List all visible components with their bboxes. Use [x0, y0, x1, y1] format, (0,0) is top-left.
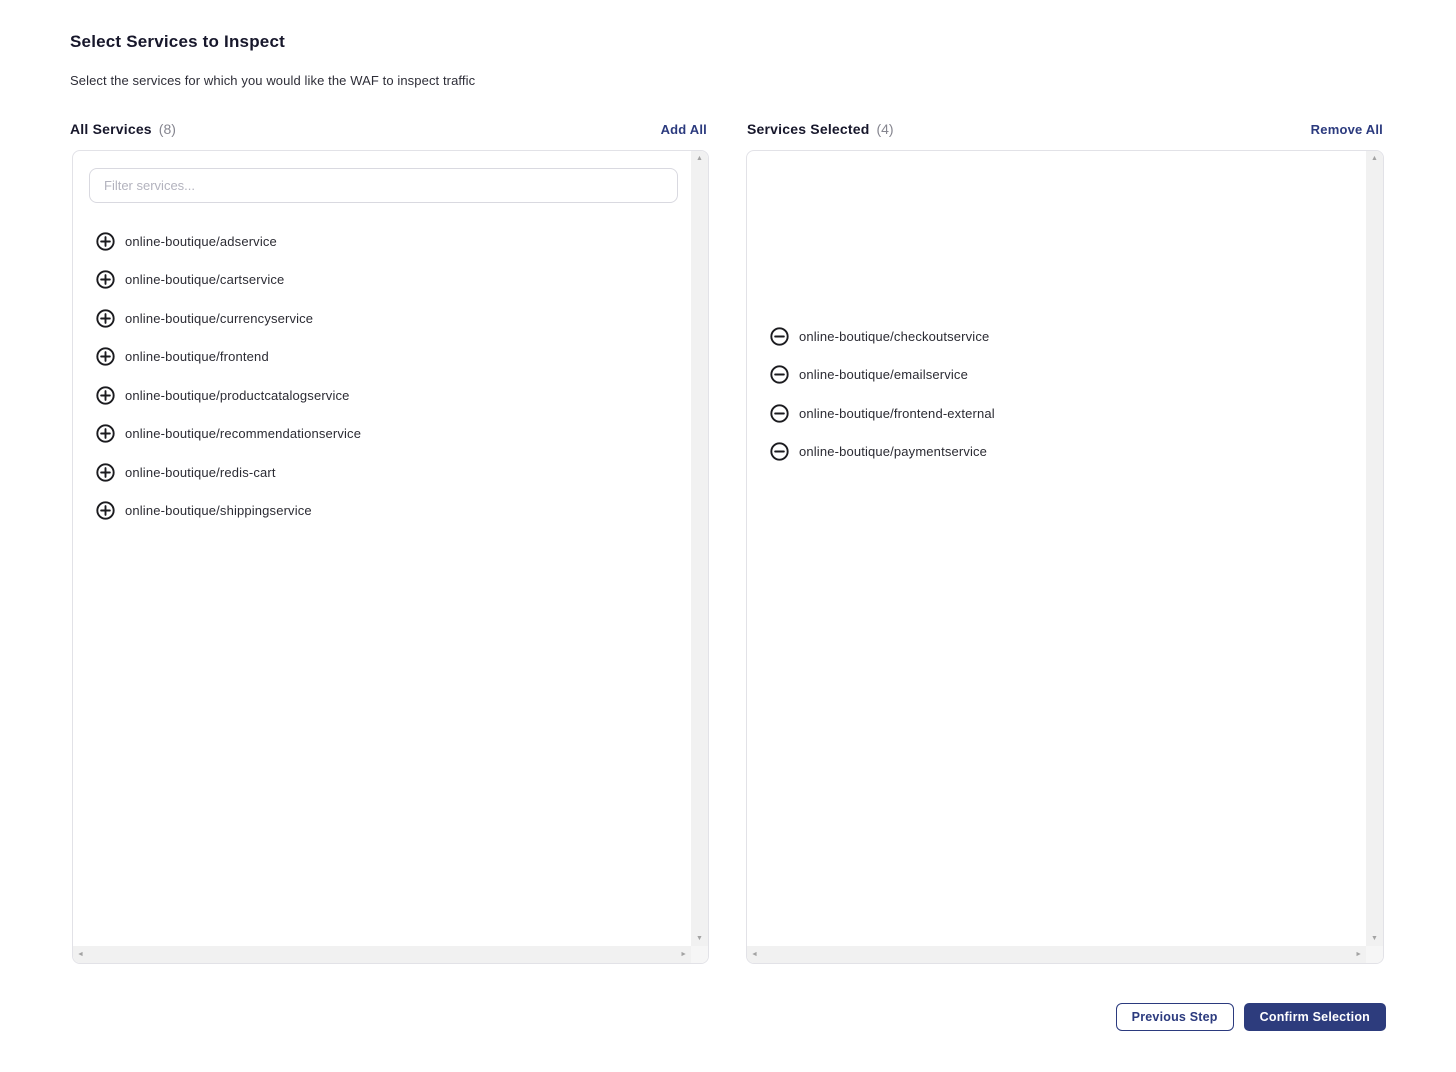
vertical-scrollbar[interactable]: ▲ ▼: [691, 151, 708, 946]
plus-circle-icon[interactable]: [96, 347, 115, 366]
service-name: online-boutique/currencyservice: [125, 311, 313, 326]
service-name: online-boutique/shippingservice: [125, 503, 312, 518]
minus-circle-icon[interactable]: [770, 404, 789, 423]
remove-all-link[interactable]: Remove All: [1311, 122, 1383, 137]
service-row[interactable]: online-boutique/paymentservice: [747, 433, 1363, 472]
plus-circle-icon[interactable]: [96, 386, 115, 405]
scroll-left-icon[interactable]: ◄: [751, 951, 758, 958]
scroll-right-icon[interactable]: ►: [680, 951, 687, 958]
page-subtitle: Select the services for which you would …: [70, 73, 475, 88]
service-row[interactable]: online-boutique/emailservice: [747, 356, 1363, 395]
all-services-count: (8): [159, 121, 176, 137]
selected-services-label: Services Selected: [747, 121, 869, 137]
service-name: online-boutique/redis-cart: [125, 465, 276, 480]
scroll-left-icon[interactable]: ◄: [77, 951, 84, 958]
selected-services-panel: online-boutique/checkoutservice online-bo…: [746, 150, 1384, 964]
all-services-panel: online-boutique/adservice online-boutique…: [72, 150, 709, 964]
service-name: online-boutique/paymentservice: [799, 444, 987, 459]
minus-circle-icon[interactable]: [770, 365, 789, 384]
scroll-up-icon[interactable]: ▲: [1371, 155, 1378, 162]
scrollbar-corner: [1366, 946, 1383, 963]
scrollbar-corner: [691, 946, 708, 963]
service-row[interactable]: online-boutique/recommendationservice: [73, 415, 688, 454]
plus-circle-icon[interactable]: [96, 309, 115, 328]
service-name: online-boutique/checkoutservice: [799, 329, 989, 344]
service-row[interactable]: online-boutique/frontend: [73, 338, 688, 377]
footer-actions: Previous Step Confirm Selection: [1116, 1003, 1386, 1031]
scroll-down-icon[interactable]: ▼: [1371, 935, 1378, 942]
add-all-link[interactable]: Add All: [661, 122, 707, 137]
selected-services-list: online-boutique/checkoutservice online-bo…: [747, 317, 1363, 471]
selected-services-header: Services Selected (4) Remove All: [747, 119, 1383, 139]
filter-services-input[interactable]: [89, 168, 678, 203]
service-row[interactable]: online-boutique/frontend-external: [747, 394, 1363, 433]
previous-step-button[interactable]: Previous Step: [1116, 1003, 1234, 1031]
service-name: online-boutique/productcatalogservice: [125, 388, 350, 403]
service-row[interactable]: online-boutique/productcatalogservice: [73, 376, 688, 415]
service-row[interactable]: online-boutique/cartservice: [73, 261, 688, 300]
selected-services-count: (4): [876, 121, 893, 137]
all-services-header: All Services (8) Add All: [70, 119, 707, 139]
service-name: online-boutique/cartservice: [125, 272, 284, 287]
service-name: online-boutique/emailservice: [799, 367, 968, 382]
service-row[interactable]: online-boutique/adservice: [73, 222, 688, 261]
horizontal-scrollbar[interactable]: ◄ ►: [747, 946, 1366, 963]
vertical-scrollbar[interactable]: ▲ ▼: [1366, 151, 1383, 946]
service-name: online-boutique/adservice: [125, 234, 277, 249]
all-services-label: All Services: [70, 121, 152, 137]
plus-circle-icon[interactable]: [96, 501, 115, 520]
plus-circle-icon[interactable]: [96, 232, 115, 251]
confirm-selection-button[interactable]: Confirm Selection: [1244, 1003, 1386, 1031]
scroll-right-icon[interactable]: ►: [1355, 951, 1362, 958]
service-row[interactable]: online-boutique/currencyservice: [73, 299, 688, 338]
plus-circle-icon[interactable]: [96, 424, 115, 443]
all-services-list: online-boutique/adservice online-boutique…: [73, 222, 688, 530]
horizontal-scrollbar[interactable]: ◄ ►: [73, 946, 691, 963]
page-title: Select Services to Inspect: [70, 32, 285, 52]
service-name: online-boutique/frontend-external: [799, 406, 995, 421]
minus-circle-icon[interactable]: [770, 327, 789, 346]
scroll-down-icon[interactable]: ▼: [696, 935, 703, 942]
scroll-up-icon[interactable]: ▲: [696, 155, 703, 162]
service-row[interactable]: online-boutique/redis-cart: [73, 453, 688, 492]
service-row[interactable]: online-boutique/shippingservice: [73, 492, 688, 531]
service-row[interactable]: online-boutique/checkoutservice: [747, 317, 1363, 356]
plus-circle-icon[interactable]: [96, 463, 115, 482]
plus-circle-icon[interactable]: [96, 270, 115, 289]
service-name: online-boutique/frontend: [125, 349, 269, 364]
service-name: online-boutique/recommendationservice: [125, 426, 361, 441]
minus-circle-icon[interactable]: [770, 442, 789, 461]
